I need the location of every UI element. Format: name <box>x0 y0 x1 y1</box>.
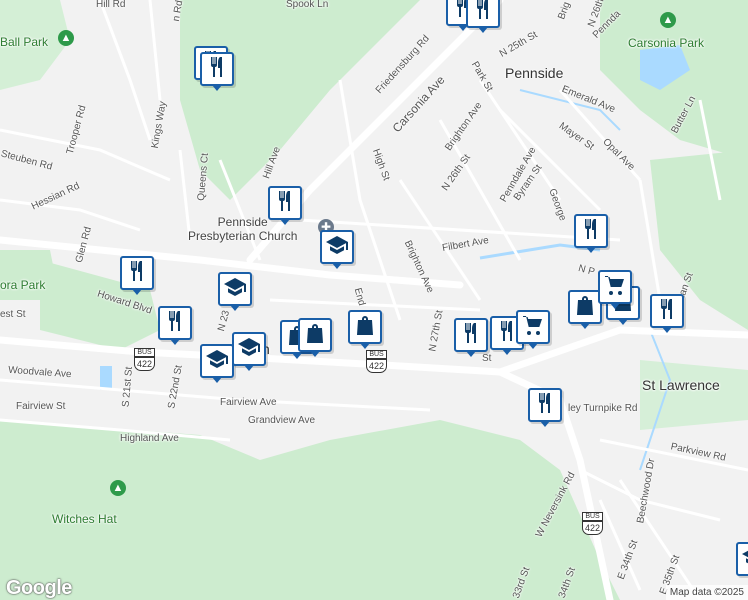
bus-label: BUS <box>582 512 604 521</box>
restaurant-icon <box>459 321 483 350</box>
map-pin-restaurant[interactable] <box>158 306 192 345</box>
landmark-line-1: Pennside <box>217 215 268 229</box>
map-pin-restaurant[interactable] <box>528 388 562 427</box>
map-pin-shopping-bag[interactable] <box>298 318 332 357</box>
shopping-bag-icon <box>573 293 597 322</box>
route-number: 422 <box>366 359 388 373</box>
bus-label: BUS <box>366 350 388 359</box>
map-pin-restaurant[interactable] <box>454 318 488 357</box>
neighborhood-label-pennside: Pennside <box>505 65 564 81</box>
restaurant-icon <box>205 55 229 84</box>
map-pin-restaurant[interactable] <box>120 256 154 295</box>
street-label: Fairview St <box>16 401 66 412</box>
restaurant-icon <box>655 297 679 326</box>
school-icon <box>223 275 247 304</box>
bus-label: BUS <box>134 348 156 357</box>
street-label: Grandview Ave <box>248 415 316 426</box>
park-label-ora-park: ora Park <box>0 278 46 292</box>
school-icon <box>741 545 748 574</box>
restaurant-icon <box>163 309 187 338</box>
map-pin-school[interactable] <box>218 272 252 311</box>
street-label: ley Turnpike Rd <box>568 403 638 414</box>
map-pin-shopping-cart[interactable] <box>598 270 632 309</box>
map-pin-school[interactable] <box>736 542 748 576</box>
map-pin-shopping-bag[interactable] <box>568 290 602 329</box>
route-shield: BUS 422 <box>582 512 604 535</box>
street-label: Fairview Ave <box>220 397 277 408</box>
neighborhood-label-st-lawrence: St Lawrence <box>642 377 720 393</box>
school-icon <box>237 335 261 364</box>
restaurant-icon <box>533 391 557 420</box>
street-label: est St <box>0 309 26 320</box>
street-label: Highland Ave <box>120 433 179 444</box>
map-pin-school[interactable] <box>232 332 266 371</box>
map-pin-restaurant[interactable] <box>574 214 608 253</box>
park-label-carsonia-park: Carsonia Park <box>628 36 705 50</box>
map-pin-shopping-cart[interactable] <box>516 310 550 349</box>
shopping-cart-icon <box>521 313 545 342</box>
school-icon <box>325 233 349 262</box>
restaurant-icon <box>471 0 495 26</box>
landmark-line-2: Presbyterian Church <box>188 229 298 243</box>
map-canvas[interactable]: Pennside St Lawrence Ball Park Carsonia … <box>0 0 748 600</box>
map-pin-restaurant[interactable] <box>466 0 500 33</box>
tree-icon: ▲ <box>58 30 74 46</box>
park-label-witches-hat: Witches Hat <box>52 512 117 526</box>
map-pin-shopping-bag[interactable] <box>348 310 382 349</box>
school-icon <box>205 347 229 376</box>
map-pin-school[interactable] <box>200 344 234 383</box>
park-label-ball-park: Ball Park <box>0 35 49 49</box>
route-shield: BUS 422 <box>366 350 388 373</box>
google-logo: Google <box>6 577 72 599</box>
restaurant-icon <box>273 189 297 218</box>
street-label: Hill Rd <box>96 0 126 10</box>
tree-icon: ▲ <box>660 12 676 28</box>
shopping-bag-icon <box>353 313 377 342</box>
restaurant-icon <box>125 259 149 288</box>
restaurant-icon <box>579 217 603 246</box>
shopping-cart-icon <box>603 273 627 302</box>
map-pin-restaurant[interactable] <box>650 294 684 333</box>
street-label: St <box>482 353 492 364</box>
map-attribution[interactable]: Map data ©2025 <box>665 585 748 600</box>
route-number: 422 <box>134 357 156 371</box>
route-number: 422 <box>582 521 604 535</box>
map-pin-school[interactable] <box>320 230 354 269</box>
map-pin-restaurant[interactable] <box>268 186 302 225</box>
shopping-bag-icon <box>303 321 327 350</box>
map-pin-restaurant[interactable] <box>200 52 234 91</box>
tree-icon: ▲ <box>110 480 126 496</box>
route-shield: BUS 422 <box>134 348 156 371</box>
street-label: Spook Ln <box>286 0 329 10</box>
